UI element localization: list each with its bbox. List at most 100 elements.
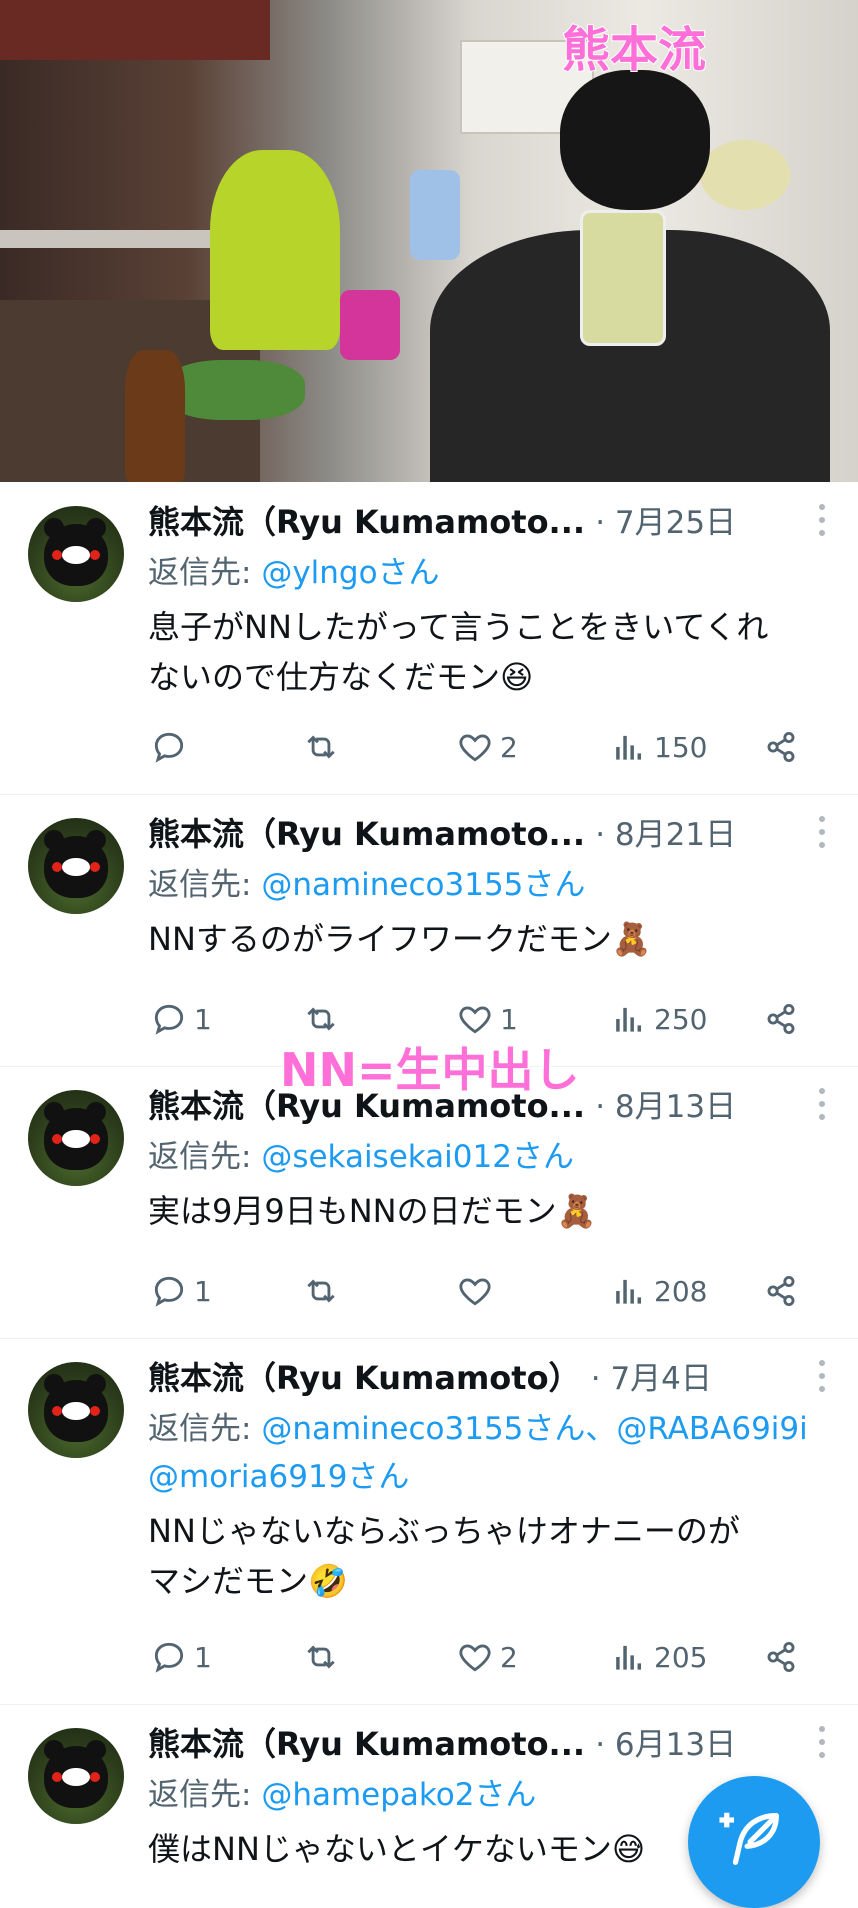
heart-icon xyxy=(459,734,491,762)
reply-button[interactable]: 1 xyxy=(150,1634,212,1680)
retweet-button[interactable] xyxy=(302,724,346,770)
reply-handles[interactable]: @namineco3155さん xyxy=(261,867,585,903)
like-button[interactable]: 2 xyxy=(456,724,518,770)
reply-to: 返信先: @namineco3155さん、@RABA69i9i xyxy=(148,1406,808,1452)
views-count: 250 xyxy=(654,1002,708,1036)
avatar[interactable] xyxy=(28,1362,124,1458)
share-icon xyxy=(767,1641,795,1673)
tweet-date[interactable]: · 8月13日 xyxy=(595,1089,736,1125)
tweet-header: 熊本流（Ryu Kumamoto... · 6月13日 xyxy=(148,1722,736,1767)
tweet-date[interactable]: · 7月25日 xyxy=(595,505,736,541)
retweet-icon xyxy=(307,1279,335,1303)
author-name[interactable]: 熊本流（Ryu Kumamoto... xyxy=(148,503,585,541)
avatar[interactable] xyxy=(28,818,124,914)
tweet-body-line: NNするのがライフワークだモン🧸 xyxy=(148,920,652,958)
views-button[interactable]: 150 xyxy=(610,724,707,770)
reply-button[interactable]: 1 xyxy=(150,996,212,1042)
tweet-body: 実は9月9日もNNの日だモン🧸 xyxy=(148,1186,828,1236)
photo-vegetables xyxy=(165,360,305,420)
like-button[interactable] xyxy=(456,1268,500,1314)
compose-icon xyxy=(719,1812,779,1865)
tweet-body-line: 実は9月9日もNNの日だモン🧸 xyxy=(148,1192,597,1230)
views-button[interactable]: 250 xyxy=(610,996,707,1042)
tweet-actions: 1 2 205 xyxy=(0,1634,858,1680)
reply-to: 返信先: @ylngoさん xyxy=(148,550,440,596)
tweet-body-line: マシだモン🤣 xyxy=(148,1562,348,1600)
avatar[interactable] xyxy=(28,506,124,602)
reply-prefix: 返信先: xyxy=(148,1411,262,1447)
tweet-item[interactable]: 熊本流（Ryu Kumamoto... · 8月13日 返信先: @sekais… xyxy=(0,1066,858,1339)
author-name[interactable]: 熊本流（Ryu Kumamoto） xyxy=(148,1359,581,1397)
tweet-body-line: NNじゃないならぶっちゃけオナニーのが xyxy=(148,1512,740,1550)
more-icon[interactable] xyxy=(816,504,828,540)
reply-handles[interactable]: @namineco3155さん、@RABA69i9i xyxy=(261,1411,807,1447)
author-name[interactable]: 熊本流（Ryu Kumamoto... xyxy=(148,815,585,853)
photo-bear-mask xyxy=(560,70,710,210)
compose-button[interactable] xyxy=(688,1776,820,1908)
like-count: 2 xyxy=(500,1640,518,1674)
more-icon[interactable] xyxy=(816,1088,828,1124)
photo-glass xyxy=(580,210,666,346)
like-count: 2 xyxy=(500,730,518,764)
tweet-photo[interactable]: 熊本流 xyxy=(0,0,858,482)
views-button[interactable]: 208 xyxy=(610,1268,707,1314)
reply-count: 1 xyxy=(194,1640,212,1674)
avatar[interactable] xyxy=(28,1090,124,1186)
photo-awning xyxy=(0,0,270,60)
reply-button[interactable]: 1 xyxy=(150,1268,212,1314)
photo-helmet xyxy=(700,140,790,210)
reply-count: 1 xyxy=(194,1002,212,1036)
views-count: 208 xyxy=(654,1274,708,1308)
heart-icon xyxy=(459,1278,491,1306)
tweet-item[interactable]: 熊本流（Ryu Kumamoto... · 7月25日 返信先: @ylngoさ… xyxy=(0,482,858,795)
reply-handles[interactable]: @sekaisekai012さん xyxy=(261,1139,574,1175)
views-icon xyxy=(616,735,642,760)
share-icon xyxy=(767,1003,795,1035)
reply-prefix: 返信先: xyxy=(148,867,262,903)
share-icon xyxy=(767,1275,795,1307)
share-button[interactable] xyxy=(762,724,800,770)
more-icon[interactable] xyxy=(816,1360,828,1396)
tweet-body: NNじゃないならぶっちゃけオナニーのが マシだモン🤣 xyxy=(148,1506,828,1606)
tweet-header: 熊本流（Ryu Kumamoto... · 8月21日 xyxy=(148,812,736,857)
reply-count: 1 xyxy=(194,1274,212,1308)
retweet-icon xyxy=(307,1007,335,1031)
views-button[interactable]: 205 xyxy=(610,1634,707,1680)
tweet-date[interactable]: · 8月21日 xyxy=(595,817,736,853)
reply-icon xyxy=(154,732,184,763)
avatar[interactable] xyxy=(28,1728,124,1824)
share-button[interactable] xyxy=(762,1268,800,1314)
views-icon xyxy=(616,1645,642,1670)
retweet-icon xyxy=(307,1645,335,1669)
share-icon xyxy=(767,731,795,763)
retweet-button[interactable] xyxy=(302,1634,346,1680)
tweet-date[interactable]: · 7月4日 xyxy=(591,1361,712,1397)
author-name[interactable]: 熊本流（Ryu Kumamoto... xyxy=(148,1725,585,1763)
like-count: 1 xyxy=(500,1002,518,1036)
heart-icon xyxy=(459,1644,491,1672)
views-icon xyxy=(616,1007,642,1032)
retweet-button[interactable] xyxy=(302,1268,346,1314)
more-icon[interactable] xyxy=(816,1726,828,1762)
more-icon[interactable] xyxy=(816,816,828,852)
heart-icon xyxy=(459,1006,491,1034)
reply-icon xyxy=(154,1642,184,1673)
tweet-item[interactable]: 熊本流（Ryu Kumamoto） · 7月4日 返信先: @namineco3… xyxy=(0,1338,858,1705)
reply-icon xyxy=(154,1276,184,1307)
tweet-item[interactable]: 熊本流（Ryu Kumamoto... · 8月21日 返信先: @namine… xyxy=(0,794,858,1067)
reply-button[interactable] xyxy=(150,724,194,770)
reply-handles[interactable]: @moria6919さん xyxy=(148,1459,409,1495)
reply-handles[interactable]: @ylngoさん xyxy=(261,555,439,591)
like-button[interactable]: 2 xyxy=(456,1634,518,1680)
reply-to: 返信先: @sekaisekai012さん xyxy=(148,1134,574,1180)
reply-handles[interactable]: @hamepako2さん xyxy=(261,1777,536,1813)
reply-prefix: 返信先: xyxy=(148,555,262,591)
retweet-icon xyxy=(307,735,335,759)
share-button[interactable] xyxy=(762,1634,800,1680)
reply-to: 返信先: @hamepako2さん xyxy=(148,1772,536,1818)
share-button[interactable] xyxy=(762,996,800,1042)
tweet-date[interactable]: · 6月13日 xyxy=(595,1727,736,1763)
tweet-header: 熊本流（Ryu Kumamoto） · 7月4日 xyxy=(148,1356,712,1401)
views-count: 205 xyxy=(654,1640,708,1674)
tweet-header: 熊本流（Ryu Kumamoto... · 7月25日 xyxy=(148,500,736,545)
